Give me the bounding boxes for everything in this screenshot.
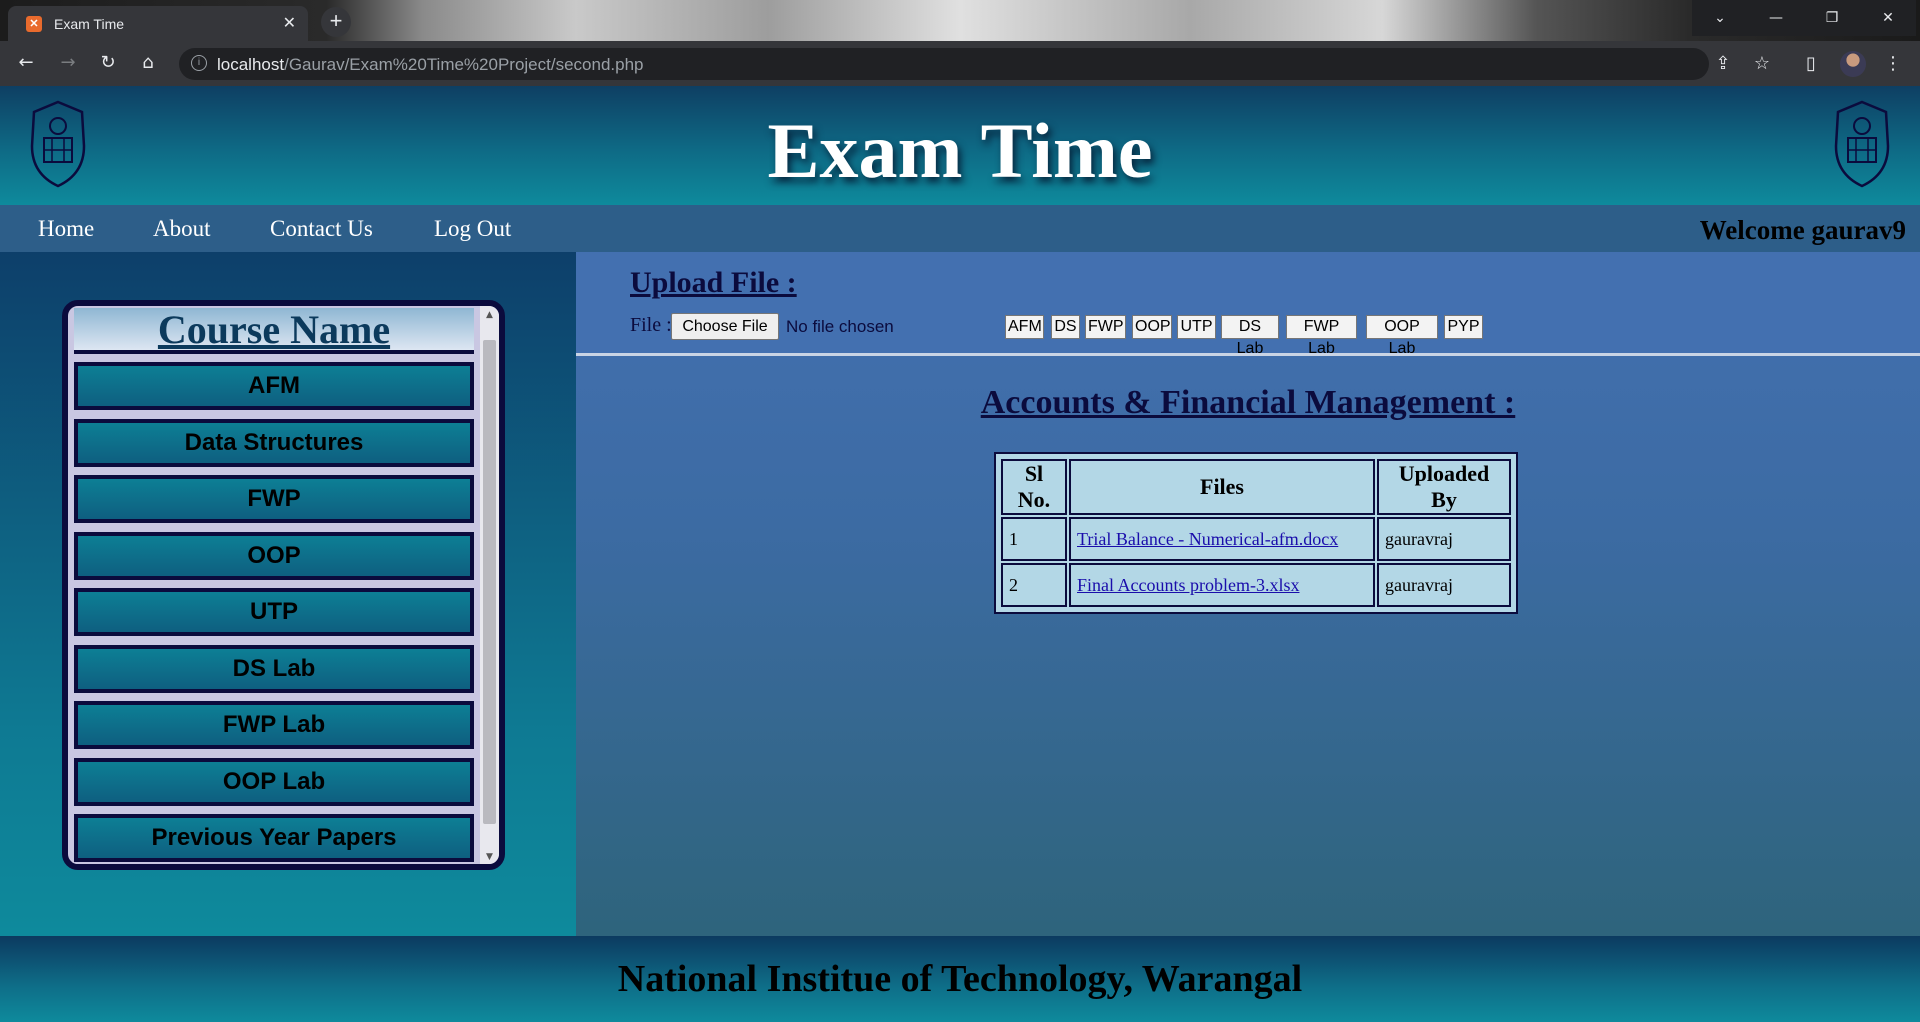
site-title: Exam Time [767, 107, 1153, 194]
subject-section-title: Accounts & Financial Management : [980, 384, 1516, 421]
subject-button-pyp[interactable]: PYP [1444, 315, 1483, 339]
scroll-up-arrow-icon[interactable]: ▲ [480, 310, 499, 320]
footer-text: National Institue of Technology, Waranga… [617, 958, 1303, 1000]
course-button-oop-lab[interactable]: OOP Lab [72, 756, 476, 808]
subject-button-fwp-lab[interactable]: FWP Lab [1286, 315, 1357, 357]
share-icon[interactable]: ⇪ [1710, 51, 1736, 77]
table-row: 1 Trial Balance - Numerical-afm.docx gau… [1001, 517, 1511, 561]
subject-button-oop-lab[interactable]: OOP Lab [1366, 315, 1438, 357]
cell-sl-no: 2 [1001, 563, 1067, 607]
main-content: Upload File : File : Choose File No file… [576, 252, 1920, 936]
home-icon[interactable]: ⌂ [134, 49, 162, 77]
welcome-text: Welcome gaurav9 [1699, 215, 1906, 245]
subject-button-fwp[interactable]: FWP [1085, 315, 1126, 339]
upload-title: Upload File : [630, 266, 797, 299]
choose-file-button[interactable]: Choose File [671, 313, 779, 340]
course-button-data-structures[interactable]: Data Structures [72, 417, 476, 469]
course-button-oop[interactable]: OOP [72, 530, 476, 582]
cell-file: Trial Balance - Numerical-afm.docx [1069, 517, 1375, 561]
site-footer: National Institue of Technology, Waranga… [0, 936, 1920, 1022]
restore-button[interactable]: ❐ [1804, 0, 1860, 36]
file-link[interactable]: Trial Balance - Numerical-afm.docx [1077, 529, 1338, 549]
cell-file: Final Accounts problem-3.xlsx [1069, 563, 1375, 607]
file-link[interactable]: Final Accounts problem-3.xlsx [1077, 575, 1299, 595]
files-table: Sl No. Files Uploaded By 1 Trial Balance… [994, 452, 1518, 614]
browser-tab-strip: ✕ Exam Time ✕ + ⌄ — ❐ ✕ [0, 0, 1920, 41]
nav-home-link[interactable]: Home [38, 216, 94, 242]
course-list-scrollbar[interactable]: ▲ ▼ [480, 306, 499, 864]
cell-uploaded-by: gauravraj [1377, 517, 1511, 561]
column-header-files: Files [1069, 459, 1375, 515]
upload-section: Upload File : File : Choose File No file… [576, 252, 1920, 357]
column-header-sl-no: Sl No. [1001, 459, 1067, 515]
no-file-chosen-text: No file chosen [786, 317, 894, 336]
course-button-afm[interactable]: AFM [72, 360, 476, 412]
subject-button-utp[interactable]: UTP [1177, 315, 1216, 339]
subject-button-ds[interactable]: DS [1051, 315, 1080, 339]
sidebar: Course Name AFM Data Structures FWP OOP … [0, 252, 576, 936]
course-list-heading: Course Name [74, 308, 474, 354]
tab-close-icon[interactable]: ✕ [283, 13, 296, 33]
back-icon[interactable]: ← [12, 49, 40, 77]
subject-button-ds-lab[interactable]: DS Lab [1221, 315, 1279, 357]
minimize-button[interactable]: — [1748, 0, 1804, 36]
course-button-previous-year-papers[interactable]: Previous Year Papers [72, 812, 476, 864]
menu-kebab-icon[interactable]: ⋮ [1880, 51, 1906, 77]
scroll-down-arrow-icon[interactable]: ▼ [480, 852, 499, 862]
cell-sl-no: 1 [1001, 517, 1067, 561]
cell-uploaded-by: gauravraj [1377, 563, 1511, 607]
browser-tab[interactable]: ✕ Exam Time ✕ [8, 6, 308, 41]
nav-contact-link[interactable]: Contact Us [270, 216, 373, 242]
site-header: Exam Time [0, 86, 1920, 205]
table-row: 2 Final Accounts problem-3.xlsx gauravra… [1001, 563, 1511, 607]
subject-button-afm[interactable]: AFM [1005, 315, 1044, 339]
close-window-button[interactable]: ✕ [1860, 0, 1916, 36]
column-header-uploaded-by: Uploaded By [1377, 459, 1511, 515]
course-button-fwp-lab[interactable]: FWP Lab [72, 699, 476, 751]
browser-toolbar: ← → ↻ ⌂ i localhost/Gaurav/Exam%20Time%2… [0, 41, 1920, 86]
xampp-favicon-icon: ✕ [26, 16, 42, 32]
tab-title: Exam Time [54, 16, 125, 32]
nit-logo-right-icon [1834, 100, 1890, 188]
course-button-ds-lab[interactable]: DS Lab [72, 643, 476, 695]
new-tab-button[interactable]: + [321, 7, 351, 37]
scrollbar-thumb[interactable] [483, 340, 496, 824]
nav-logout-link[interactable]: Log Out [434, 216, 511, 242]
bookmark-star-icon[interactable]: ☆ [1749, 51, 1775, 77]
course-list-panel[interactable]: Course Name AFM Data Structures FWP OOP … [62, 300, 505, 870]
tab-search-icon[interactable]: ⌄ [1692, 0, 1748, 36]
subject-button-oop[interactable]: OOP [1132, 315, 1172, 339]
reload-icon[interactable]: ↻ [94, 49, 122, 77]
course-button-fwp[interactable]: FWP [72, 473, 476, 525]
table-header-row: Sl No. Files Uploaded By [1001, 459, 1511, 515]
address-bar[interactable]: i localhost/Gaurav/Exam%20Time%20Project… [179, 48, 1709, 80]
url-text[interactable]: localhost/Gaurav/Exam%20Time%20Project/s… [217, 55, 644, 75]
file-label: File : [630, 314, 672, 336]
forward-icon[interactable]: → [54, 49, 82, 77]
nav-about-link[interactable]: About [153, 216, 211, 242]
site-info-icon[interactable]: i [191, 55, 207, 71]
side-panel-icon[interactable]: ▯ [1798, 51, 1824, 77]
course-button-utp[interactable]: UTP [72, 586, 476, 638]
profile-avatar[interactable] [1840, 51, 1866, 77]
main-nav: Home About Contact Us Log Out Welcome ga… [0, 205, 1920, 252]
